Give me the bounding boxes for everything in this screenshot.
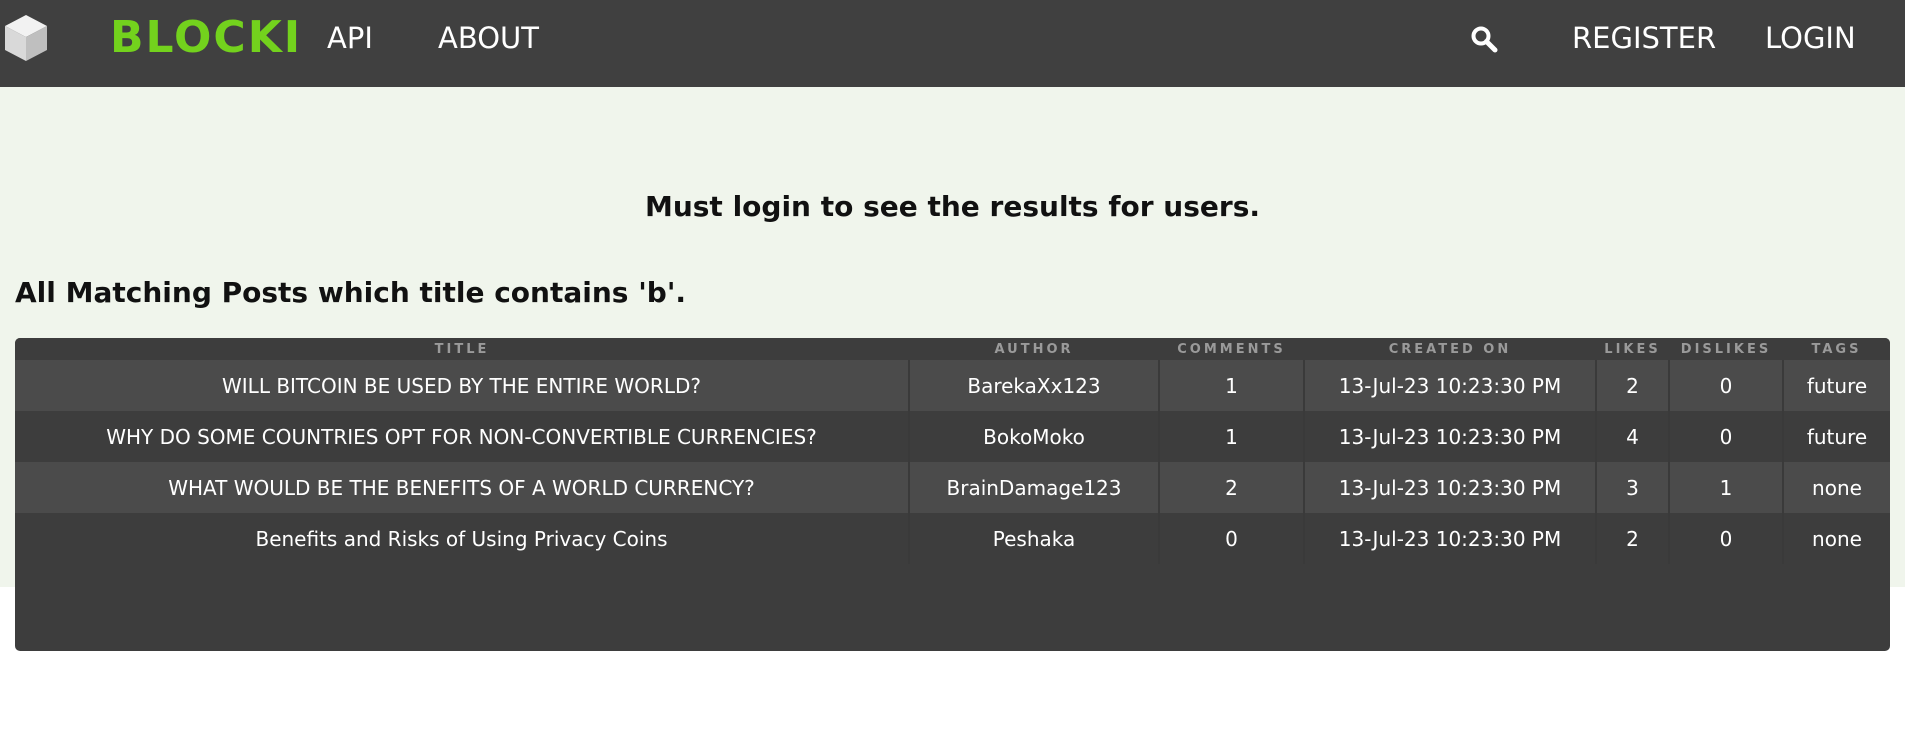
results-heading: All Matching Posts which title contains … <box>15 276 687 309</box>
nav-link-login[interactable]: LOGIN <box>1765 19 1856 57</box>
column-header-likes[interactable]: LIKES <box>1596 338 1669 360</box>
post-dislikes-cell: 0 <box>1669 411 1784 462</box>
main-content: Must login to see the results for users.… <box>0 87 1905 651</box>
login-required-message: Must login to see the results for users. <box>644 190 1261 223</box>
post-author-cell[interactable]: BrainDamage123 <box>909 462 1160 513</box>
post-author-cell[interactable]: BarekaXx123 <box>909 360 1160 411</box>
post-comments-cell: 2 <box>1159 462 1305 513</box>
post-title-cell[interactable]: WHY DO SOME COUNTRIES OPT FOR NON-CONVER… <box>15 411 910 462</box>
cube-logo-icon[interactable] <box>3 13 49 63</box>
post-likes-cell: 2 <box>1596 360 1670 411</box>
post-title-cell[interactable]: Benefits and Risks of Using Privacy Coin… <box>15 513 910 564</box>
post-author-cell[interactable]: Peshaka <box>909 513 1160 564</box>
column-header-tags[interactable]: TAGS <box>1783 338 1890 360</box>
table-header-row: TITLE AUTHOR COMMENTS CREATED ON LIKES D… <box>15 338 1890 360</box>
post-dislikes-cell: 1 <box>1669 462 1784 513</box>
table-row[interactable]: WHY DO SOME COUNTRIES OPT FOR NON-CONVER… <box>15 411 1890 462</box>
post-comments-cell: 1 <box>1159 360 1305 411</box>
post-comments-cell: 1 <box>1159 411 1305 462</box>
nav-link-about[interactable]: ABOUT <box>438 19 539 57</box>
post-title-cell[interactable]: WHAT WOULD BE THE BENEFITS OF A WORLD CU… <box>15 462 910 513</box>
site-logo[interactable]: BLOCKI <box>110 13 302 63</box>
post-created-on-cell: 13-Jul-23 10:23:30 PM <box>1304 513 1597 564</box>
search-icon[interactable] <box>1470 25 1498 53</box>
column-header-author[interactable]: AUTHOR <box>909 338 1159 360</box>
posts-table-container: TITLE AUTHOR COMMENTS CREATED ON LIKES D… <box>15 338 1890 651</box>
nav-link-api[interactable]: API <box>327 19 373 57</box>
table-row[interactable]: Benefits and Risks of Using Privacy Coin… <box>15 513 1890 564</box>
column-header-dislikes[interactable]: DISLIKES <box>1669 338 1783 360</box>
post-tags-cell: future <box>1783 411 1890 462</box>
post-tags-cell: none <box>1783 513 1890 564</box>
post-created-on-cell: 13-Jul-23 10:23:30 PM <box>1304 411 1597 462</box>
post-dislikes-cell: 0 <box>1669 360 1784 411</box>
navbar: BLOCKI API ABOUT REGISTER LOGIN <box>0 0 1905 87</box>
posts-table: TITLE AUTHOR COMMENTS CREATED ON LIKES D… <box>15 338 1890 564</box>
post-dislikes-cell: 0 <box>1669 513 1784 564</box>
post-likes-cell: 2 <box>1596 513 1670 564</box>
post-title-cell[interactable]: WILL BITCOIN BE USED BY THE ENTIRE WORLD… <box>15 360 910 411</box>
table-row[interactable]: WHAT WOULD BE THE BENEFITS OF A WORLD CU… <box>15 462 1890 513</box>
post-created-on-cell: 13-Jul-23 10:23:30 PM <box>1304 462 1597 513</box>
column-header-created-on[interactable]: CREATED ON <box>1304 338 1596 360</box>
column-header-comments[interactable]: COMMENTS <box>1159 338 1304 360</box>
post-comments-cell: 0 <box>1159 513 1305 564</box>
column-header-title[interactable]: TITLE <box>15 338 909 360</box>
post-tags-cell: none <box>1783 462 1890 513</box>
post-likes-cell: 3 <box>1596 462 1670 513</box>
post-created-on-cell: 13-Jul-23 10:23:30 PM <box>1304 360 1597 411</box>
nav-link-register[interactable]: REGISTER <box>1572 19 1716 57</box>
post-likes-cell: 4 <box>1596 411 1670 462</box>
post-tags-cell: future <box>1783 360 1890 411</box>
post-author-cell[interactable]: BokoMoko <box>909 411 1160 462</box>
table-row[interactable]: WILL BITCOIN BE USED BY THE ENTIRE WORLD… <box>15 360 1890 411</box>
